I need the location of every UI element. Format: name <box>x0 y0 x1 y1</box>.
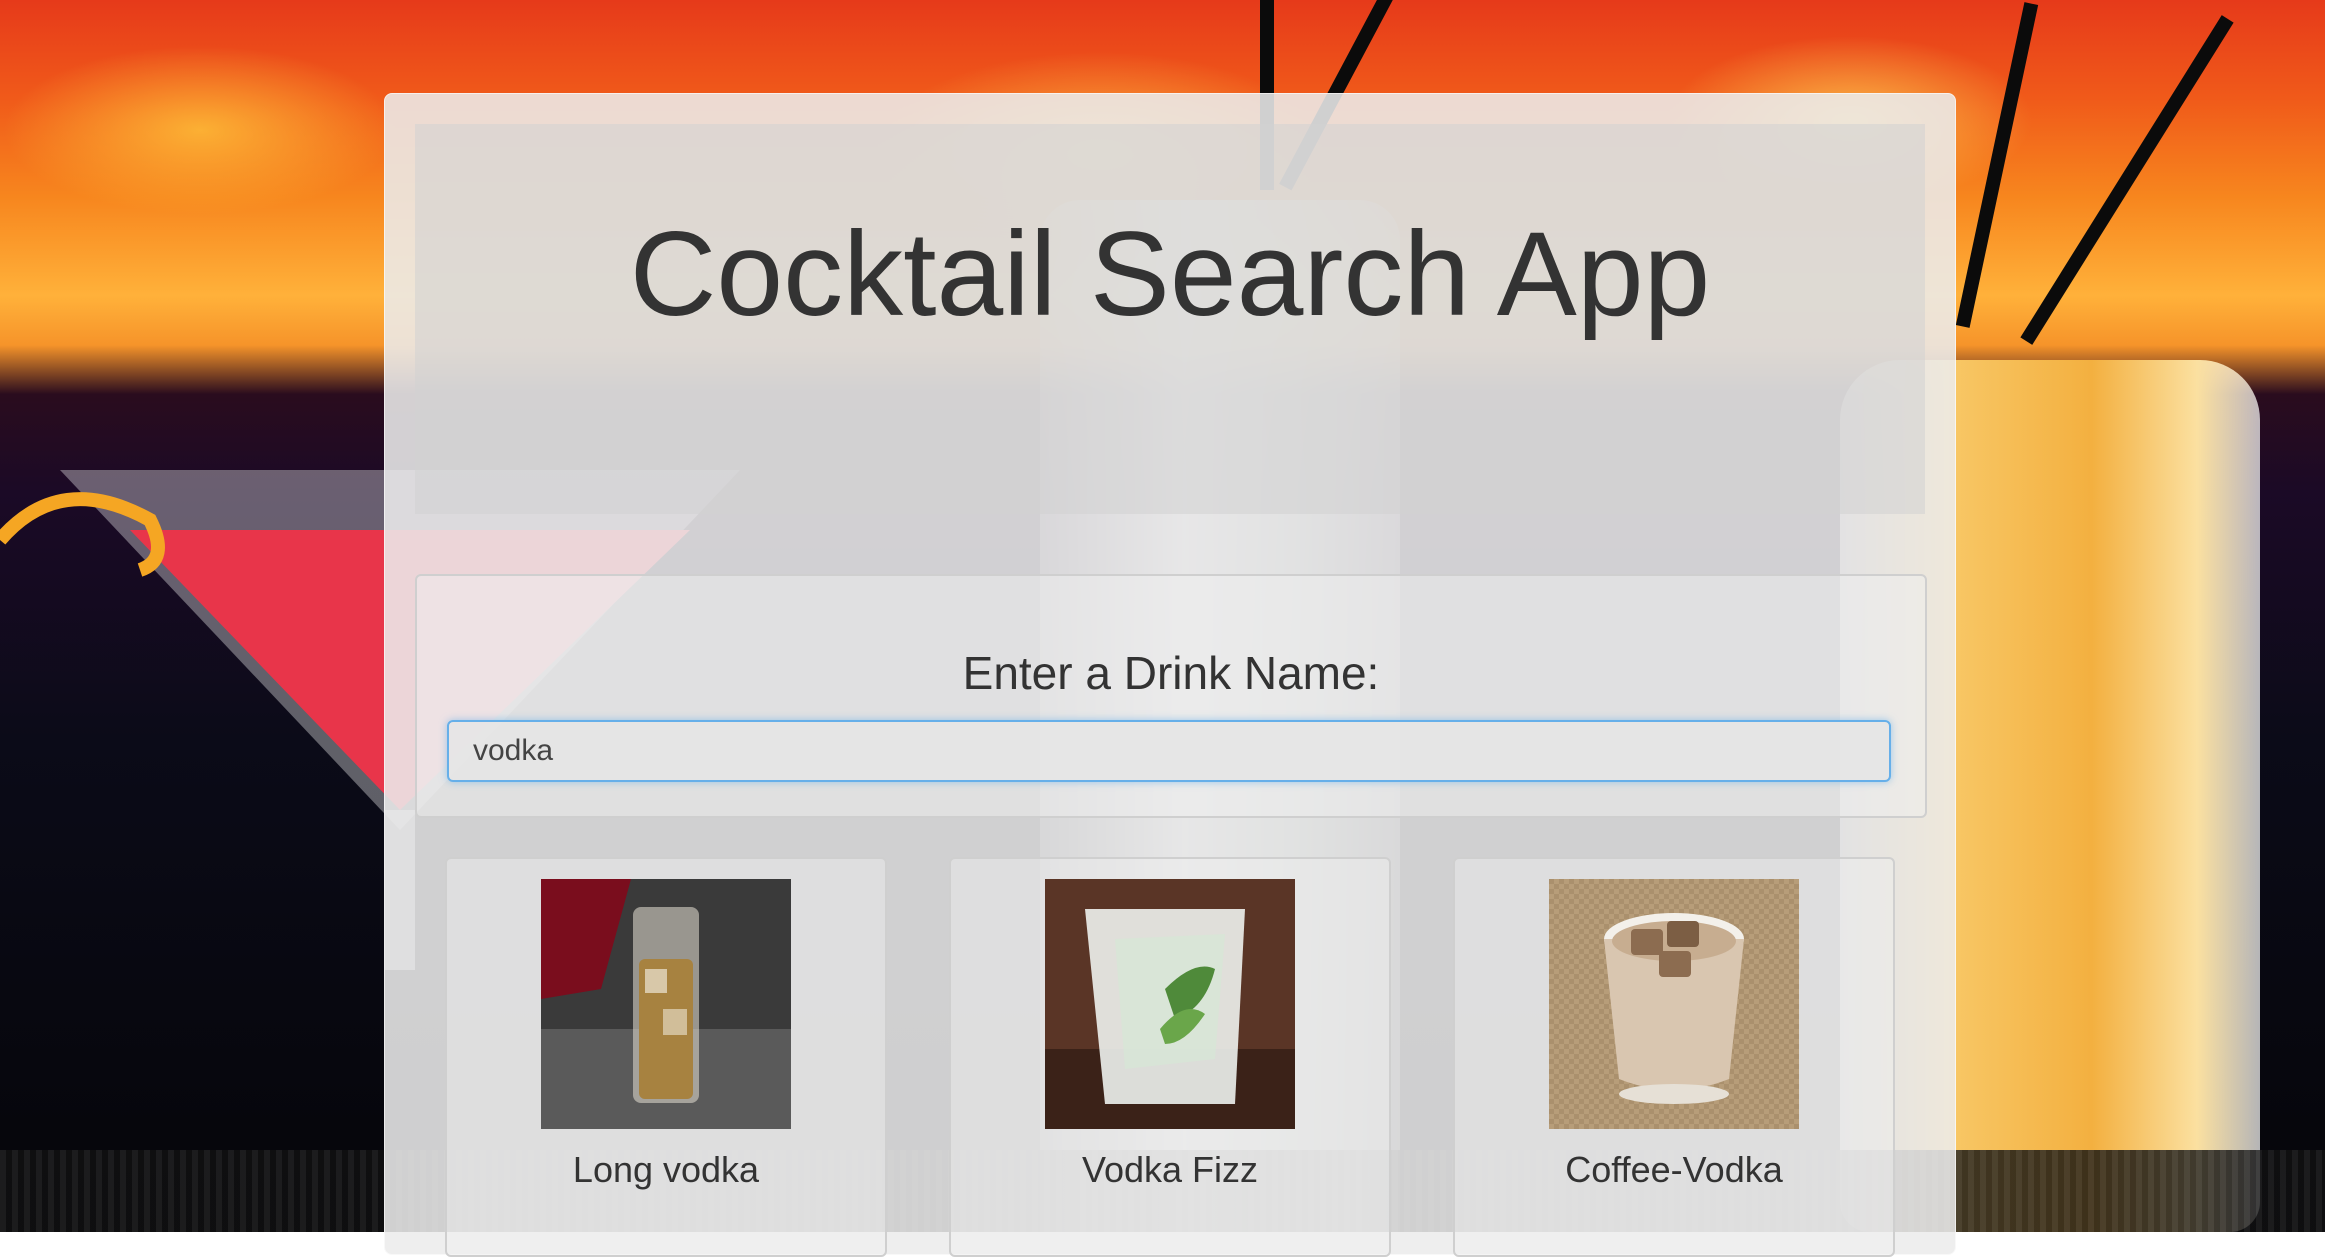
drink-name[interactable]: Vodka Fizz <box>951 1149 1389 1191</box>
page-title: Cocktail Search App <box>629 207 1711 341</box>
vodka-fizz-drink-image[interactable] <box>1045 879 1295 1129</box>
drink-name-input[interactable] <box>447 720 1891 782</box>
drink-card[interactable]: Long vodka <box>445 857 887 1257</box>
main-container: Cocktail Search App Enter a Drink Name: … <box>384 93 1956 1257</box>
drink-card[interactable]: Coffee-Vodka <box>1453 857 1895 1257</box>
header-jumbotron: Cocktail Search App <box>415 124 1925 514</box>
drink-name[interactable]: Coffee-Vodka <box>1455 1149 1893 1191</box>
search-label: Enter a Drink Name: <box>962 647 1380 699</box>
long-vodka-drink-image[interactable] <box>541 879 791 1129</box>
coffee-vodka-drink-image[interactable] <box>1549 879 1799 1129</box>
search-form: Enter a Drink Name: <box>415 574 1927 818</box>
drink-card[interactable]: Vodka Fizz <box>949 857 1391 1257</box>
results-grid: Long vodka Vodka Fizz Coffee-Vodka <box>445 857 1895 1257</box>
drink-name[interactable]: Long vodka <box>447 1149 885 1191</box>
